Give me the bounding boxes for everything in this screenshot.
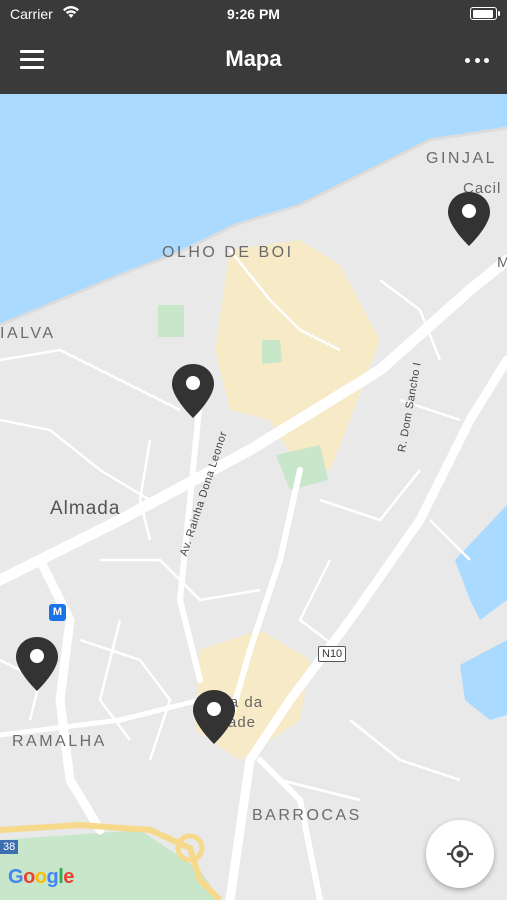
map-view[interactable]: GINJAL Cacil M OLHO DE BOI IALVA Almada … bbox=[0, 94, 507, 900]
map-label-almada: Almada bbox=[50, 498, 121, 519]
navigation-bar: Mapa bbox=[0, 28, 507, 94]
clock: 9:26 PM bbox=[227, 6, 280, 22]
location-pin-icon[interactable] bbox=[14, 635, 60, 693]
map-label-m: M bbox=[497, 254, 507, 271]
map-label-barrocas: BARROCAS bbox=[252, 807, 362, 824]
map-label-ginjal: GINJAL bbox=[426, 150, 498, 167]
map-canvas bbox=[0, 94, 507, 900]
map-label-ramalha: RAMALHA bbox=[12, 733, 107, 750]
route-38-badge: 38 bbox=[0, 840, 19, 854]
metro-station-icon[interactable]: M bbox=[49, 604, 66, 621]
crosshair-icon bbox=[447, 841, 473, 867]
google-attribution-logo: Google bbox=[8, 866, 74, 888]
battery-icon bbox=[470, 7, 500, 20]
more-options-icon[interactable] bbox=[465, 48, 489, 72]
location-pin-icon[interactable] bbox=[170, 362, 216, 420]
status-bar: Carrier 9:26 PM bbox=[0, 0, 507, 28]
location-pin-icon[interactable] bbox=[191, 688, 237, 746]
my-location-button[interactable] bbox=[426, 820, 494, 888]
road-n10-badge: N10 bbox=[318, 646, 347, 662]
page-title: Mapa bbox=[225, 46, 282, 71]
location-pin-icon[interactable] bbox=[446, 190, 492, 248]
map-label-ialva: IALVA bbox=[0, 325, 56, 342]
map-label-olho-de-boi: OLHO DE BOI bbox=[162, 244, 294, 261]
